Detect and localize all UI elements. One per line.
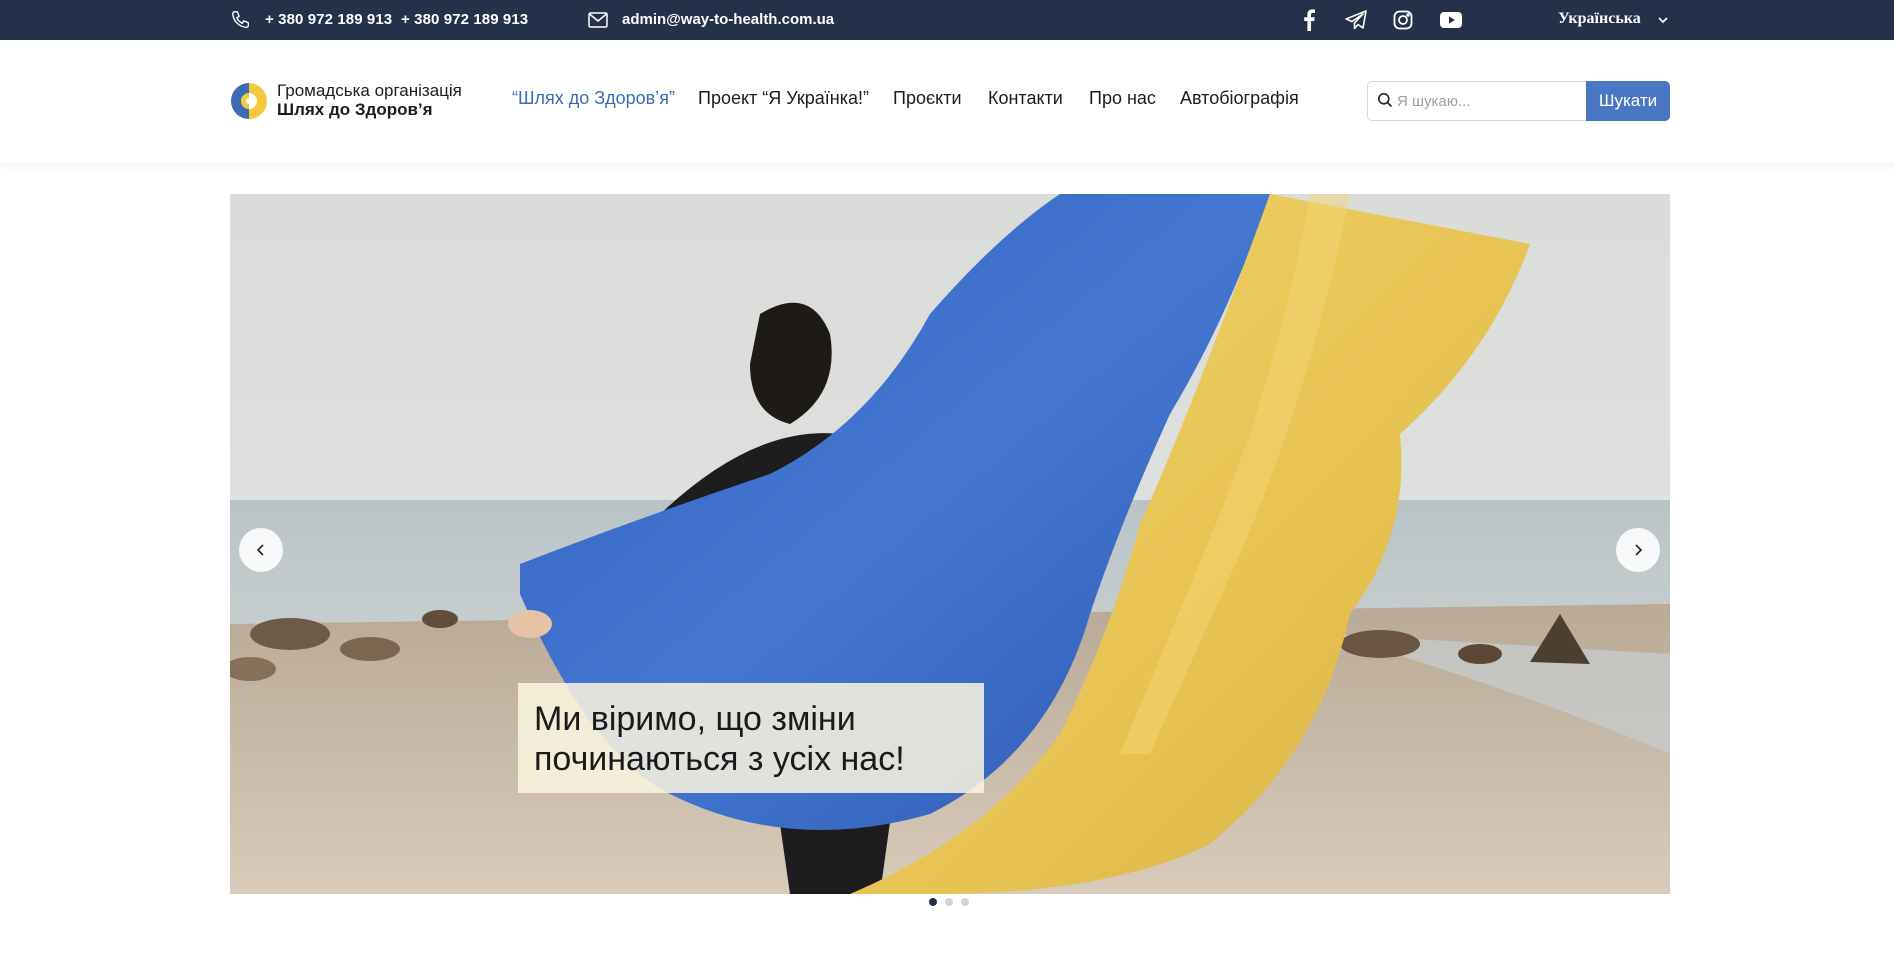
chevron-right-icon — [1635, 544, 1643, 556]
top-bar: + 380 972 189 913 + 380 972 189 913 admi… — [0, 0, 1894, 40]
search-icon — [1378, 93, 1393, 108]
nav-item-about[interactable]: Про нас — [1089, 88, 1156, 109]
nav-item-contacts[interactable]: Контакти — [988, 88, 1063, 109]
phone-number-1[interactable]: + 380 972 189 913 — [265, 11, 392, 28]
slider-next-button[interactable] — [1616, 528, 1660, 572]
hero-caption: Ми віримо, що зміни починаються з усіх н… — [518, 683, 984, 793]
logo-title-line2[interactable]: Шлях до Здоров’я — [277, 100, 433, 120]
language-select[interactable]: Українська — [1558, 10, 1641, 28]
logo-icon[interactable] — [230, 82, 268, 120]
nav-item-way-to-health[interactable]: “Шлях до Здоров’я” — [512, 88, 675, 109]
chevron-left-icon — [256, 544, 264, 556]
email-link[interactable]: admin@way-to-health.com.ua — [622, 11, 834, 28]
chevron-down-icon[interactable] — [1657, 14, 1669, 26]
mail-icon — [588, 12, 608, 28]
slider-dot-2[interactable] — [945, 898, 953, 906]
hero-caption-text: Ми віримо, що зміни починаються з усіх н… — [534, 700, 905, 778]
search-button[interactable]: Шукати — [1586, 81, 1670, 121]
phone-icon — [232, 11, 250, 29]
youtube-icon[interactable] — [1439, 8, 1463, 32]
nav-item-autobiography[interactable]: Автобіографія — [1180, 88, 1299, 109]
instagram-icon[interactable] — [1391, 8, 1415, 32]
hero-slider: Ми віримо, що зміни починаються з усіх н… — [230, 194, 1670, 894]
slider-dot-3[interactable] — [961, 898, 969, 906]
nav-item-projects[interactable]: Проєкти — [893, 88, 962, 109]
logo-title-line1[interactable]: Громадська організація — [277, 81, 462, 101]
nav-item-project-ya-ukrainka[interactable]: Проект “Я Українка!” — [698, 88, 869, 109]
slider-dot-1[interactable] — [929, 898, 937, 906]
slider-pagination — [929, 898, 969, 908]
telegram-icon[interactable] — [1344, 8, 1368, 32]
search-input[interactable] — [1397, 83, 1583, 119]
slider-prev-button[interactable] — [239, 528, 283, 572]
phone-number-2[interactable]: + 380 972 189 913 — [401, 11, 528, 28]
facebook-icon[interactable] — [1297, 8, 1321, 32]
